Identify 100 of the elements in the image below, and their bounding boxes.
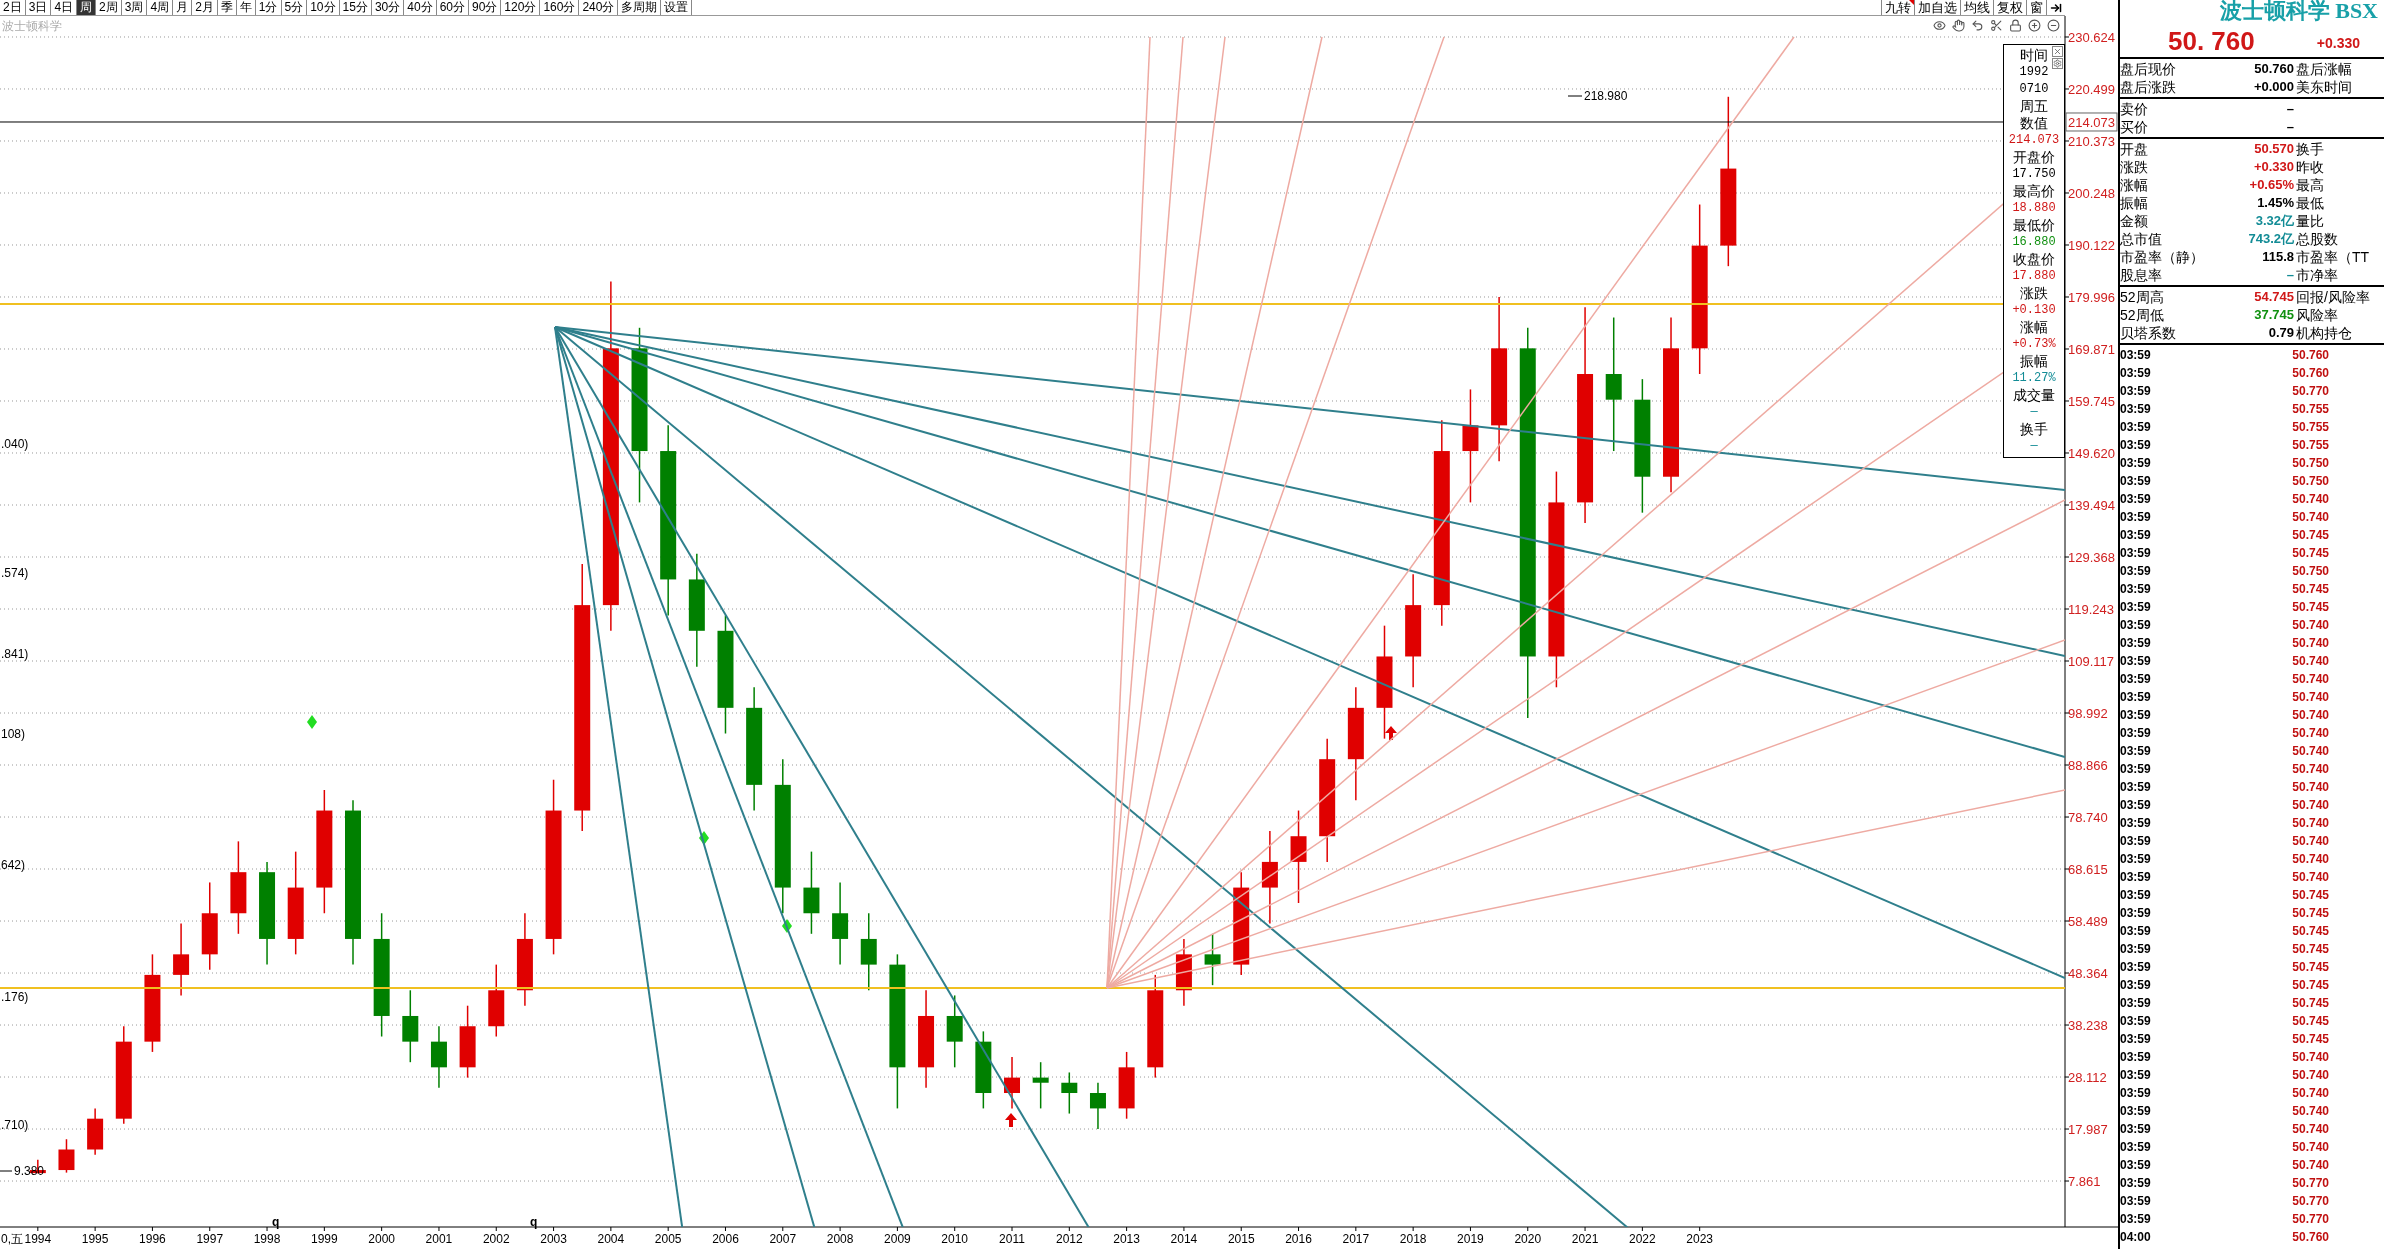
period-tab[interactable]: 4周 (147, 0, 174, 15)
period-tab[interactable]: 设置 (661, 0, 693, 15)
tick-price: 50.740 (2292, 1049, 2329, 1066)
axis-label: 119.243 (2068, 602, 2115, 617)
axis-label: 2015 (1227, 1232, 1255, 1246)
period-tab[interactable]: 2日 (0, 0, 26, 15)
axis-label: 7.861 (2068, 1174, 2101, 1190)
tick-price: 50.740 (2292, 671, 2329, 688)
price-label: .574) (1, 566, 29, 580)
axis-label: 1999 (311, 1232, 338, 1246)
candle (87, 1107, 104, 1156)
tick-price: 50.740 (2292, 869, 2329, 886)
tick-time: 03:59 (2120, 1193, 2152, 1210)
axis-label: 2022 (1629, 1232, 1656, 1246)
tick-price: 50.740 (2292, 689, 2329, 706)
field-value: +0.330 (2253, 158, 2294, 176)
candle (1118, 1051, 1135, 1120)
field-value: 0.79 (2268, 324, 2294, 342)
tooltip-text: 成交量 (2013, 387, 2055, 404)
zoom-out-icon[interactable] (2047, 19, 2060, 32)
axis-label: 1996 (139, 1232, 166, 1246)
axis-label: 2013 (1113, 1232, 1140, 1246)
close-icon[interactable] (2052, 46, 2063, 57)
period-tab[interactable]: 月 (173, 0, 193, 15)
axis-label: 78.740 (2068, 810, 2108, 825)
arrow-icon (1385, 726, 1397, 740)
toolbar-button[interactable]: 加自选 (1914, 0, 1960, 15)
tooltip-text: 周五 (2020, 98, 2048, 115)
tick-time: 03:59 (2120, 1067, 2152, 1084)
tick-price: 50.740 (2292, 635, 2329, 652)
period-tab[interactable]: 周 (77, 0, 97, 15)
scissors-icon[interactable] (1990, 19, 2003, 32)
tick-time: 03:59 (2120, 869, 2152, 886)
axis-label: 2012 (1055, 1232, 1083, 1246)
tooltip-text: 18.880 (2012, 200, 2056, 217)
tick-price: 50.740 (2292, 725, 2329, 742)
tick-price: 50.740 (2292, 779, 2329, 796)
axis-label: 98.992 (2068, 706, 2108, 721)
period-tab[interactable]: 4日 (51, 0, 78, 15)
axis-label: 2000 (368, 1232, 395, 1246)
toolbar-button[interactable]: 九转 (1881, 0, 1914, 15)
toolbar-button[interactable]: 复权 (1993, 0, 2026, 15)
tick-price: 50.745 (2292, 1013, 2329, 1030)
tick-time: 03:59 (2120, 977, 2152, 994)
tick-price: 50.770 (2292, 1175, 2329, 1192)
axis-label: 2004 (597, 1232, 625, 1246)
price-label: 9.380 (0, 1164, 45, 1178)
lock-icon[interactable] (2009, 19, 2022, 32)
tick-price: 50.740 (2292, 743, 2329, 760)
settings-icon[interactable] (2052, 58, 2063, 69)
axis-label: 210.373 (2068, 134, 2115, 149)
tick-price: 50.760 (2292, 1229, 2329, 1246)
tick-price: 50.740 (2292, 797, 2329, 814)
undo-icon[interactable] (1971, 19, 1984, 32)
tick-price: 50.755 (2292, 419, 2329, 436)
tick-price: 50.750 (2292, 473, 2329, 490)
tick-price: 50.745 (2292, 941, 2329, 958)
field-label: 金额 (2120, 212, 2149, 230)
axis-label: 1995 (81, 1232, 109, 1246)
tooltip-text: +0.73% (2012, 336, 2056, 353)
tick-price: 50.740 (2292, 833, 2329, 850)
marker-icon (307, 715, 317, 729)
tooltip-text: 1992 (2019, 64, 2049, 81)
period-tab[interactable]: 40分 (404, 0, 437, 15)
price-label: .710) (1, 1118, 29, 1132)
period-tab[interactable]: 2月 (192, 0, 218, 15)
tick-time: 03:59 (2120, 815, 2152, 832)
tooltip-text: 换手 (2020, 421, 2048, 438)
toolbar-button[interactable]: 均线 (1960, 0, 1993, 15)
tick-time: 03:59 (2120, 365, 2152, 382)
field-value: 1.45% (2257, 194, 2294, 212)
tick-price: 50.755 (2292, 437, 2329, 454)
tick-time: 03:59 (2120, 1103, 2152, 1120)
price-change: +0.330 (2316, 34, 2360, 53)
arrow-icon (1005, 1113, 1017, 1127)
field-label: 股息率 (2120, 266, 2163, 284)
field-label: 卖价 (2120, 100, 2149, 118)
toolbar-button[interactable]: 窗 (2026, 0, 2046, 15)
tick-time: 03:59 (2120, 635, 2152, 652)
tick-time: 03:59 (2120, 797, 2152, 814)
axis-label: 1997 (196, 1232, 224, 1246)
tick-price: 50.740 (2292, 653, 2329, 670)
tick-time: 03:59 (2120, 527, 2152, 544)
tick-price: 50.745 (2292, 1031, 2329, 1048)
field-value: 115.8 (2262, 248, 2294, 266)
axis-label: 2003 (540, 1232, 567, 1246)
hand-icon[interactable] (1952, 19, 1965, 32)
tick-price: 50.750 (2292, 563, 2329, 580)
tick-price: 50.740 (2292, 815, 2329, 832)
field-value: 50.570 (2254, 140, 2294, 158)
axis-label: 169.871 (2068, 342, 2115, 357)
eye-icon[interactable] (1933, 19, 1946, 32)
zoom-in-icon[interactable] (2028, 19, 2041, 32)
period-tab[interactable]: 多周期 (618, 0, 662, 15)
period-tab[interactable]: 90分 (469, 0, 502, 15)
field-value: – (2286, 118, 2294, 136)
tick-price: 50.760 (2292, 347, 2329, 364)
tick-time: 03:59 (2120, 581, 2152, 598)
period-tab[interactable]: 2周 (96, 0, 122, 15)
tick-price: 50.740 (2292, 851, 2329, 868)
